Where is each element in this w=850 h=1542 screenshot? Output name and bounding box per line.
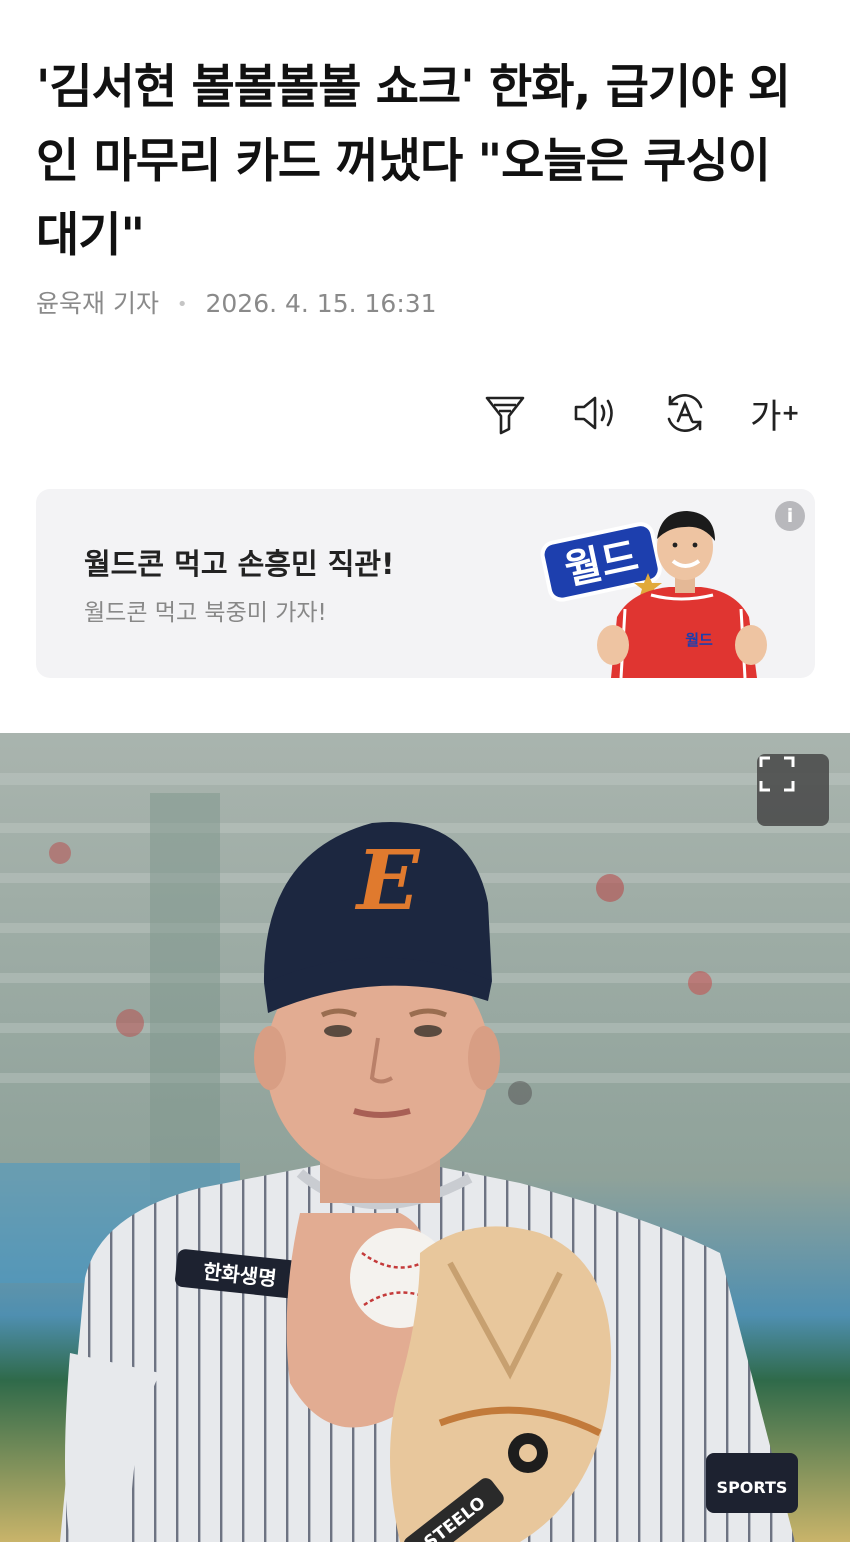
reporter-name: 윤욱재 기자 [36,289,159,318]
ad-subtitle: 월드콘 먹고 북중미 가자! [84,600,327,626]
sleeve-patch-text: SPORTS [717,1478,788,1497]
translate-icon [667,394,703,432]
article-photo[interactable]: 한화생명 SPORTS E STEELO [0,733,850,1542]
font-size-button[interactable]: 가 + [746,384,804,442]
ad-title: 월드콘 먹고 손흥민 직관! [84,547,395,581]
publish-date: 2026. 4. 15. 16:31 [205,289,437,318]
font-size-plus: + [781,400,800,426]
article-toolbar: 가 + [460,384,820,442]
cap-logo: E [355,833,421,929]
translate-button[interactable] [656,384,714,442]
ad-banner[interactable]: 월드콘 먹고 손흥민 직관! 월드콘 먹고 북중미 가자! i 월드 월드 [36,489,815,678]
ad-model-image: 월드 [597,511,767,678]
article-byline: 윤욱재 기자 • 2026. 4. 15. 16:31 [36,284,437,325]
pitcher-photo: 한화생명 SPORTS E STEELO [0,733,850,1542]
speaker-icon [574,396,613,430]
expand-image-button[interactable] [757,754,829,826]
byline-separator: • [176,294,188,315]
ad-jersey-text: 월드 [685,631,713,649]
listen-button[interactable] [566,384,624,442]
article-headline: '김서현 볼볼볼볼 쇼크' 한화, 급기야 외인 마무리 카드 꺼냈다 "오늘은… [36,60,791,264]
filter-icon [485,396,525,435]
info-icon[interactable]: i [775,501,805,531]
expand-icon [759,756,795,792]
filter-button[interactable] [476,384,534,442]
font-size-icon: 가 [750,396,782,437]
